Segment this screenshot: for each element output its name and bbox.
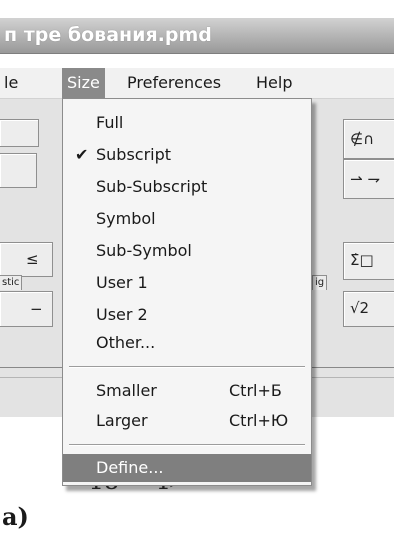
menu-item-label: Full: [96, 113, 124, 132]
toolbar-button[interactable]: Σ̇□: [343, 242, 394, 280]
menu-item-label: Larger: [96, 411, 148, 430]
menu-item-label: Sub-Subscript: [96, 177, 208, 196]
toolbar-symbol: ⇀ ⇁: [350, 170, 380, 188]
figure-label: а): [2, 502, 29, 531]
menu-item-smaller[interactable]: Smaller Ctrl+Б: [63, 377, 311, 405]
menu-item-label: Other...: [96, 333, 156, 352]
menu-item-larger[interactable]: Larger Ctrl+Ю: [63, 407, 311, 435]
menu-item-label: User 1: [96, 273, 148, 292]
menu-item-label: Symbol: [96, 209, 156, 228]
menu-item-sub-subscript[interactable]: Sub-Subscript: [63, 173, 311, 201]
menu-item-symbol[interactable]: Symbol: [63, 205, 311, 233]
menu-item-label: Sub-Symbol: [96, 241, 192, 260]
title-bar: п тре бования.pmd: [0, 18, 394, 54]
window-title: п тре бования.pmd: [4, 24, 212, 46]
toolbar-symbol: −: [30, 300, 43, 318]
menu-item-full[interactable]: Full: [63, 109, 311, 137]
toolbar-button[interactable]: [0, 153, 37, 188]
toolbar-tab[interactable]: ig: [312, 275, 328, 290]
menu-size[interactable]: Size: [62, 68, 105, 98]
toolbar-symbol: ≤: [26, 250, 39, 268]
toolbar-symbol: √2: [350, 299, 370, 317]
size-dropdown-menu: Full ✔ Subscript Sub-Subscript Symbol Su…: [62, 98, 312, 486]
menu-item-label: Define...: [96, 458, 164, 477]
menu-item-shortcut: Ctrl+Ю: [229, 411, 289, 430]
menu-item-subscript[interactable]: ✔ Subscript: [63, 141, 311, 169]
menu-item-define[interactable]: Define...: [63, 454, 311, 482]
checkmark-icon: ✔: [75, 145, 89, 164]
toolbar-button[interactable]: √2: [343, 291, 394, 327]
menu-item-label: User 2: [96, 305, 148, 324]
toolbar-symbol: ∉∩: [350, 130, 375, 148]
toolbar-button[interactable]: ∉∩: [343, 119, 394, 159]
menu-item-label: Subscript: [96, 145, 172, 164]
menu-bar: le Size Preferences Help: [0, 68, 394, 99]
menu-separator: [69, 444, 305, 446]
menu-file[interactable]: le: [4, 73, 18, 92]
menu-item-sub-symbol[interactable]: Sub-Symbol: [63, 237, 311, 265]
menu-item-label: Smaller: [96, 381, 157, 400]
menu-item-user-2[interactable]: User 2: [63, 301, 311, 329]
menu-item-user-1[interactable]: User 1: [63, 269, 311, 297]
menu-item-other[interactable]: Other...: [63, 329, 311, 357]
menu-separator: [69, 366, 305, 368]
toolbar-button[interactable]: ⇀ ⇁: [343, 159, 394, 199]
toolbar-button[interactable]: [0, 119, 39, 147]
menu-preferences[interactable]: Preferences: [127, 73, 221, 92]
toolbar-button[interactable]: ≤: [0, 242, 53, 277]
menu-item-shortcut: Ctrl+Б: [229, 381, 282, 400]
menu-help[interactable]: Help: [256, 73, 292, 92]
toolbar-tab[interactable]: stic: [0, 275, 23, 290]
toolbar-symbol: Σ̇□: [350, 251, 374, 269]
screenshot: п тре бования.pmd le Size Preferences He…: [0, 0, 394, 537]
toolbar-button[interactable]: −: [0, 291, 53, 327]
